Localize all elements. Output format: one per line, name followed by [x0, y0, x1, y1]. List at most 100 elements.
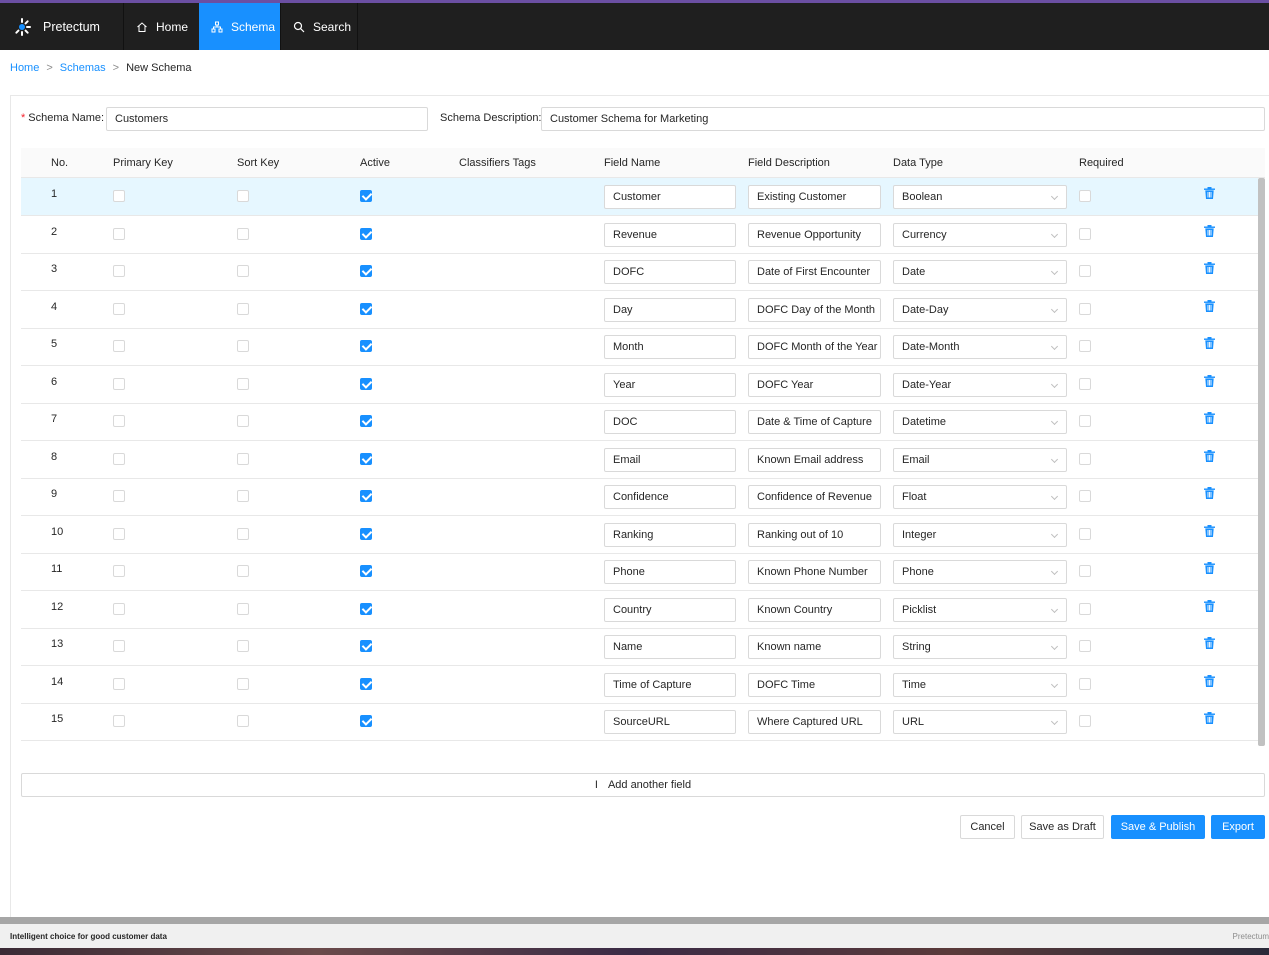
active-checkbox[interactable]	[360, 377, 372, 390]
data-type-select[interactable]: Date-Year	[893, 372, 1067, 397]
app-logo[interactable]: Pretectum	[0, 3, 124, 50]
primary-key-checkbox[interactable]	[113, 415, 125, 427]
data-type-select[interactable]: String	[893, 635, 1067, 659]
active-checkbox[interactable]	[360, 527, 372, 540]
active-checkbox[interactable]	[360, 227, 372, 240]
field-name-input[interactable]: Time of Capture	[604, 672, 736, 697]
primary-key-checkbox[interactable]	[113, 490, 125, 502]
required-checkbox[interactable]	[1079, 640, 1091, 652]
trash-icon[interactable]	[1204, 674, 1215, 687]
data-type-select[interactable]: Time	[893, 672, 1067, 697]
field-description-input[interactable]: DOFC Day of the Month	[748, 297, 881, 322]
sort-key-checkbox[interactable]	[237, 190, 249, 202]
primary-key-checkbox[interactable]	[113, 190, 125, 202]
field-description-input[interactable]: Date of First Encounter	[748, 260, 881, 284]
sort-key-checkbox[interactable]	[237, 490, 249, 502]
nav-search[interactable]: Search	[281, 3, 358, 50]
required-checkbox[interactable]	[1079, 227, 1091, 240]
primary-key-checkbox[interactable]	[113, 602, 125, 615]
trash-icon[interactable]	[1204, 299, 1215, 312]
primary-key-checkbox[interactable]	[113, 340, 125, 352]
primary-key-checkbox[interactable]	[113, 227, 125, 240]
field-name-input[interactable]: Phone	[604, 560, 736, 584]
table-row[interactable]: 11 Phone Known Phone Number Phone	[21, 553, 1258, 591]
required-checkbox[interactable]	[1079, 677, 1091, 690]
table-row[interactable]: 14 Time of Capture DOFC Time Time	[21, 666, 1258, 704]
table-row[interactable]: 4 Day DOFC Day of the Month Date-Day	[21, 291, 1258, 329]
field-description-input[interactable]: Known Phone Number	[748, 560, 881, 584]
sort-key-checkbox[interactable]	[237, 377, 249, 390]
active-checkbox[interactable]	[360, 640, 372, 652]
cancel-button[interactable]: Cancel	[960, 815, 1015, 839]
table-row[interactable]: 13 Name Known name String	[21, 628, 1258, 666]
horizontal-scrollbar[interactable]	[0, 917, 1269, 924]
trash-icon[interactable]	[1204, 337, 1215, 349]
active-checkbox[interactable]	[360, 715, 372, 727]
required-checkbox[interactable]	[1079, 452, 1091, 465]
table-scrollbar[interactable]	[1258, 178, 1265, 746]
data-type-select[interactable]: Float	[893, 485, 1067, 509]
table-row[interactable]: 8 Email Known Email address Email	[21, 441, 1258, 479]
data-type-select[interactable]: Integer	[893, 522, 1067, 547]
field-description-input[interactable]: Confidence of Revenue	[748, 485, 881, 509]
required-checkbox[interactable]	[1079, 565, 1091, 577]
table-row[interactable]: 1 Customer Existing Customer Boolean	[21, 178, 1258, 216]
sort-key-checkbox[interactable]	[237, 227, 249, 240]
field-name-input[interactable]: Month	[604, 335, 736, 359]
field-name-input[interactable]: Email	[604, 447, 736, 472]
field-description-input[interactable]: Revenue Opportunity	[748, 222, 881, 247]
field-name-input[interactable]: Name	[604, 635, 736, 659]
breadcrumb-schemas[interactable]: Schemas	[60, 62, 106, 74]
sort-key-checkbox[interactable]	[237, 565, 249, 577]
active-checkbox[interactable]	[360, 565, 372, 577]
sort-key-checkbox[interactable]	[237, 527, 249, 540]
field-name-input[interactable]: Country	[604, 597, 736, 622]
save-draft-button[interactable]: Save as Draft	[1021, 815, 1104, 839]
table-row[interactable]: 7 DOC Date & Time of Capture Datetime	[21, 403, 1258, 441]
field-description-input[interactable]: Ranking out of 10	[748, 522, 881, 547]
active-checkbox[interactable]	[360, 602, 372, 615]
trash-icon[interactable]	[1204, 599, 1215, 612]
active-checkbox[interactable]	[360, 340, 372, 352]
trash-icon[interactable]	[1204, 487, 1215, 499]
trash-icon[interactable]	[1204, 187, 1215, 199]
schema-name-input[interactable]	[106, 107, 428, 131]
primary-key-checkbox[interactable]	[113, 715, 125, 727]
active-checkbox[interactable]	[360, 677, 372, 690]
active-checkbox[interactable]	[360, 265, 372, 277]
data-type-select[interactable]: Date	[893, 260, 1067, 284]
primary-key-checkbox[interactable]	[113, 302, 125, 315]
required-checkbox[interactable]	[1079, 340, 1091, 352]
field-name-input[interactable]: Revenue	[604, 222, 736, 247]
primary-key-checkbox[interactable]	[113, 677, 125, 690]
field-description-input[interactable]: Existing Customer	[748, 185, 881, 209]
schema-description-input[interactable]	[541, 107, 1265, 131]
sort-key-checkbox[interactable]	[237, 302, 249, 315]
table-row[interactable]: 10 Ranking Ranking out of 10 Integer	[21, 516, 1258, 554]
field-name-input[interactable]: Confidence	[604, 485, 736, 509]
data-type-select[interactable]: Date-Month	[893, 335, 1067, 359]
sort-key-checkbox[interactable]	[237, 265, 249, 277]
field-name-input[interactable]: SourceURL	[604, 710, 736, 734]
field-name-input[interactable]: Customer	[604, 185, 736, 209]
table-row[interactable]: 6 Year DOFC Year Date-Year	[21, 366, 1258, 404]
field-name-input[interactable]: DOC	[604, 410, 736, 434]
sort-key-checkbox[interactable]	[237, 677, 249, 690]
field-name-input[interactable]: Year	[604, 372, 736, 397]
trash-icon[interactable]	[1204, 562, 1215, 574]
field-name-input[interactable]: Ranking	[604, 522, 736, 547]
data-type-select[interactable]: Boolean	[893, 185, 1067, 209]
nav-schema[interactable]: Schema	[199, 3, 281, 50]
nav-home[interactable]: Home	[124, 3, 200, 50]
required-checkbox[interactable]	[1079, 715, 1091, 727]
field-description-input[interactable]: Known Country	[748, 597, 881, 622]
field-name-input[interactable]: DOFC	[604, 260, 736, 284]
trash-icon[interactable]	[1204, 449, 1215, 462]
data-type-select[interactable]: Date-Day	[893, 297, 1067, 322]
trash-icon[interactable]	[1204, 637, 1215, 649]
required-checkbox[interactable]	[1079, 302, 1091, 315]
sort-key-checkbox[interactable]	[237, 640, 249, 652]
required-checkbox[interactable]	[1079, 377, 1091, 390]
sort-key-checkbox[interactable]	[237, 715, 249, 727]
required-checkbox[interactable]	[1079, 415, 1091, 427]
